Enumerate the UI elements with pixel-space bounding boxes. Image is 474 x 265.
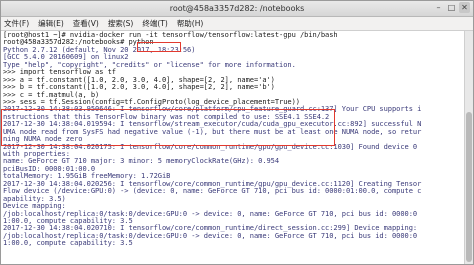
terminal-output[interactable]: [root@host1 ~]# nvidia-docker run -it te… — [1, 31, 464, 264]
scrollbar-thumb[interactable] — [466, 112, 472, 262]
menu-terminal[interactable]: 终端(T) — [142, 18, 167, 29]
menu-help[interactable]: 帮助(H) — [177, 18, 204, 29]
minimize-button[interactable]: – — [433, 2, 444, 13]
close-button[interactable]: ✕ — [459, 2, 470, 13]
terminal-line: Flow device (/device:GPU:0) -> (device: … — [3, 186, 422, 196]
terminal-line: 1:00.0, compute capability: 3.5 — [3, 238, 133, 248]
window-controls: – □ ✕ — [433, 2, 470, 13]
vertical-scrollbar[interactable] — [464, 31, 473, 264]
menu-file[interactable]: 文件(F) — [4, 18, 29, 29]
menu-search[interactable]: 搜索(S) — [108, 18, 134, 29]
menu-view[interactable]: 查看(V) — [73, 18, 99, 29]
menu-bar: 文件(F) 编辑(E) 查看(V) 搜索(S) 终端(T) 帮助(H) — [1, 17, 473, 31]
title-bar[interactable]: root@458a3357d282: /notebooks – □ ✕ — [1, 1, 473, 17]
terminal-window: root@458a3357d282: /notebooks – □ ✕ 文件(F… — [0, 0, 474, 265]
maximize-button[interactable]: □ — [446, 2, 457, 13]
terminal-line: 2017-12-30 14:38:04.020175: I tensorflow… — [3, 141, 418, 151]
menu-edit[interactable]: 编辑(E) — [38, 18, 64, 29]
window-title: root@458a3357d282: /notebooks — [169, 4, 305, 13]
terminal-line: apability: 3.5) — [3, 193, 66, 203]
